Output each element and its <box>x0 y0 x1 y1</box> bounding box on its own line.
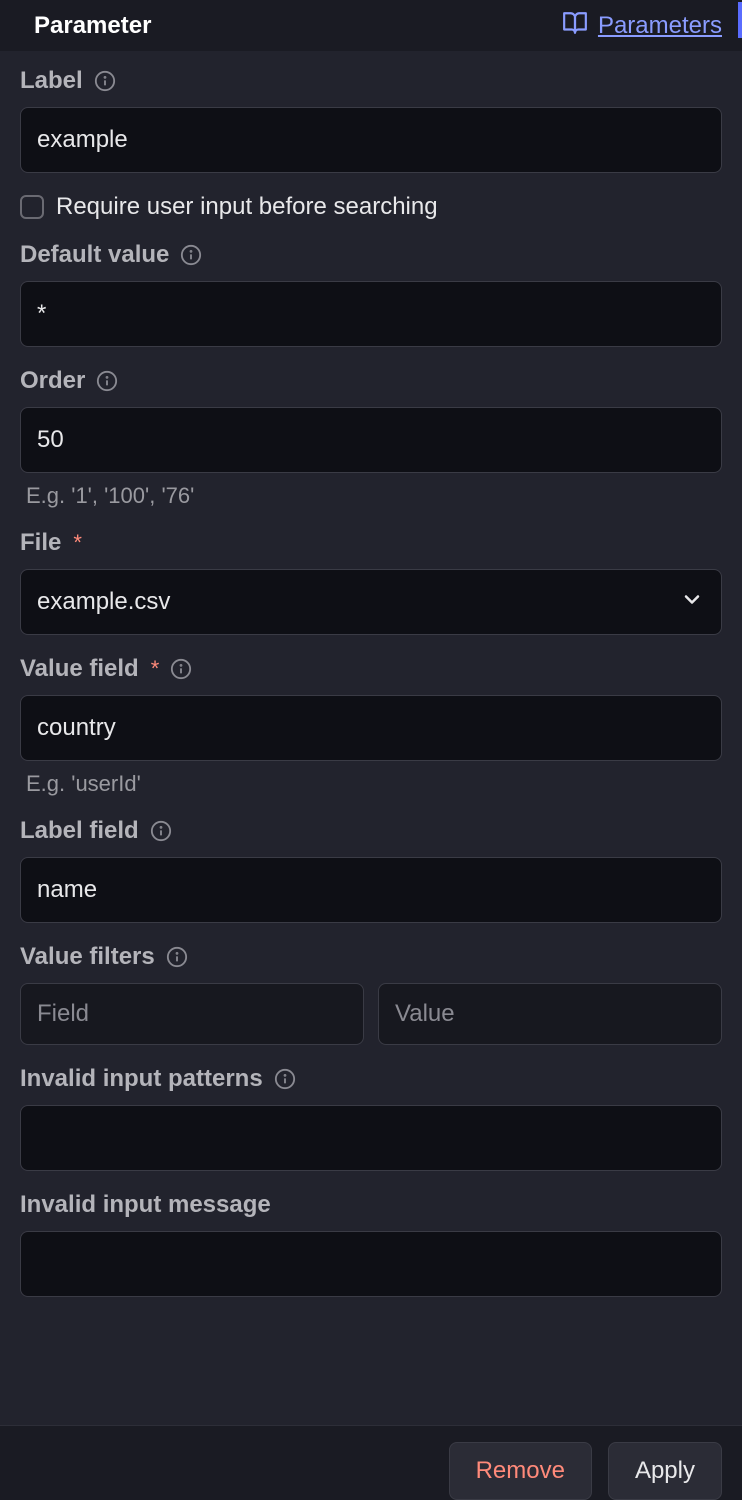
order-group: Order E.g. '1', '100', '76' <box>20 367 722 509</box>
book-icon <box>562 10 588 41</box>
info-icon[interactable] <box>169 657 193 681</box>
default-value-input[interactable] <box>20 281 722 347</box>
label-field-group: Label field <box>20 817 722 923</box>
remove-button[interactable]: Remove <box>449 1442 592 1500</box>
panel-title: Parameter <box>34 12 151 40</box>
label-field-label: Label field <box>20 817 139 845</box>
info-icon[interactable] <box>179 243 203 267</box>
order-hint: E.g. '1', '100', '76' <box>20 483 722 509</box>
invalid-message-label: Invalid input message <box>20 1191 271 1219</box>
info-icon[interactable] <box>149 819 173 843</box>
file-label: File <box>20 529 61 557</box>
info-icon[interactable] <box>95 369 119 393</box>
value-field-group: Value field * E.g. 'userId' <box>20 655 722 797</box>
require-input-label: Require user input before searching <box>56 193 438 221</box>
invalid-message-group: Invalid input message <box>20 1191 722 1297</box>
label-field-input[interactable] <box>20 857 722 923</box>
invalid-patterns-label: Invalid input patterns <box>20 1065 263 1093</box>
file-select-value: example.csv <box>20 569 722 635</box>
parameters-link[interactable]: Parameters <box>598 12 722 40</box>
info-icon[interactable] <box>93 69 117 93</box>
value-filters-label: Value filters <box>20 943 155 971</box>
filter-value-input[interactable] <box>378 983 722 1045</box>
value-filters-group: Value filters <box>20 943 722 1045</box>
info-icon[interactable] <box>273 1067 297 1091</box>
invalid-patterns-input[interactable] <box>20 1105 722 1171</box>
order-input[interactable] <box>20 407 722 473</box>
label-input[interactable] <box>20 107 722 173</box>
info-icon[interactable] <box>165 945 189 969</box>
active-indicator <box>738 2 742 38</box>
label-label: Label <box>20 67 83 95</box>
filter-field-input[interactable] <box>20 983 364 1045</box>
require-input-row: Require user input before searching <box>20 193 722 221</box>
file-group: File * example.csv <box>20 529 722 635</box>
label-group: Label <box>20 67 722 173</box>
default-value-label: Default value <box>20 241 169 269</box>
value-field-hint: E.g. 'userId' <box>20 771 722 797</box>
invalid-message-input[interactable] <box>20 1231 722 1297</box>
invalid-patterns-group: Invalid input patterns <box>20 1065 722 1171</box>
required-marker: * <box>73 530 82 556</box>
default-value-group: Default value <box>20 241 722 347</box>
required-marker: * <box>151 656 160 682</box>
value-field-input[interactable] <box>20 695 722 761</box>
order-label: Order <box>20 367 85 395</box>
value-field-label: Value field <box>20 655 139 683</box>
file-select[interactable]: example.csv <box>20 569 722 635</box>
require-input-checkbox[interactable] <box>20 195 44 219</box>
footer: Remove Apply <box>0 1425 742 1500</box>
panel-header: Parameter Parameters <box>0 0 742 51</box>
form-container: Label Require user input before searchin… <box>0 51 742 1425</box>
docs-link[interactable]: Parameters <box>562 10 722 41</box>
apply-button[interactable]: Apply <box>608 1442 722 1500</box>
